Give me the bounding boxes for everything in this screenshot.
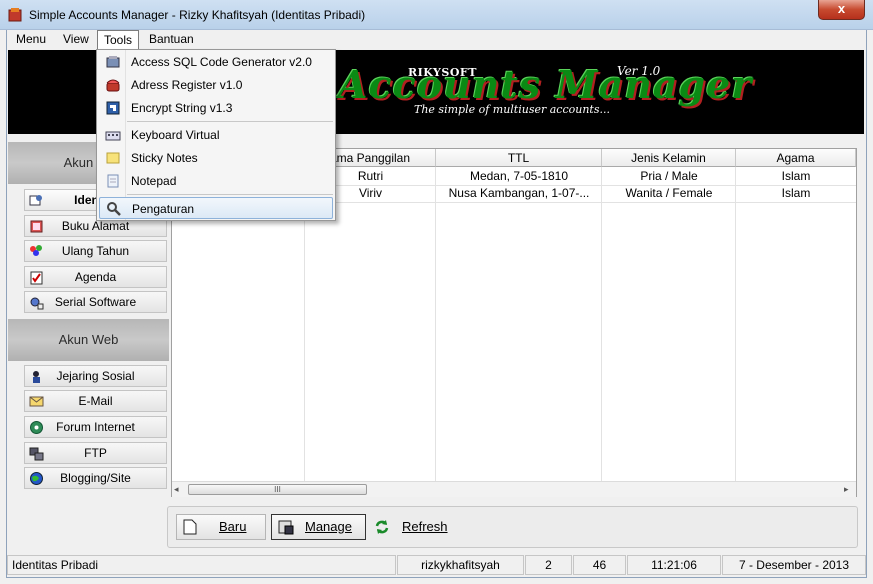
status-section: Identitas Pribadi bbox=[7, 555, 396, 575]
cell-ttl[interactable]: Medan, 7-05-1810 bbox=[436, 168, 602, 185]
cell-jenis-kelamin[interactable]: Pria / Male bbox=[602, 168, 736, 185]
new-document-icon bbox=[183, 519, 197, 535]
serial-icon bbox=[30, 297, 44, 310]
sidebar-item-label: Blogging/Site bbox=[60, 471, 131, 485]
ftp-icon bbox=[29, 447, 44, 461]
scroll-right-arrow-icon[interactable]: ▸ bbox=[844, 484, 849, 495]
notepad-icon bbox=[107, 174, 119, 188]
menu-item-sticky-notes[interactable]: Sticky Notes bbox=[99, 147, 333, 169]
sidebar-item-label: Jejaring Sosial bbox=[56, 369, 135, 383]
sidebar-item-email[interactable]: E-Mail bbox=[24, 390, 167, 412]
phone-icon bbox=[106, 79, 120, 92]
title-bar: Simple Accounts Manager - Rizky Khafitsy… bbox=[0, 0, 873, 30]
identity-icon bbox=[29, 195, 42, 206]
sidebar-item-ftp[interactable]: FTP bbox=[24, 442, 167, 464]
sidebar-item-label: E-Mail bbox=[78, 394, 113, 408]
sidebar-item-label: Ulang Tahun bbox=[61, 244, 130, 258]
scroll-left-arrow-icon[interactable]: ◂ bbox=[174, 484, 179, 495]
status-count-1: 2 bbox=[525, 555, 572, 575]
menu-item-label: Adress Register v1.0 bbox=[131, 78, 243, 92]
menu-item-keyboard-virtual[interactable]: Keyboard Virtual bbox=[99, 124, 333, 146]
menu-item-label: Keyboard Virtual bbox=[131, 128, 220, 142]
menu-bantuan[interactable]: Bantuan bbox=[143, 30, 200, 50]
sidebar-item-agenda[interactable]: Agenda bbox=[24, 266, 167, 288]
menu-item-label: Pengaturan bbox=[132, 202, 195, 216]
grid-line bbox=[601, 167, 602, 481]
sidebar-item-forum-internet[interactable]: Forum Internet bbox=[24, 416, 167, 438]
banner-version: Ver 1.0 bbox=[617, 64, 661, 78]
refresh-icon bbox=[375, 520, 389, 534]
section-akun-web[interactable]: Akun Web bbox=[8, 319, 169, 361]
menu-menu[interactable]: Menu bbox=[10, 30, 52, 50]
sidebar-item-serial-software[interactable]: Serial Software bbox=[24, 291, 167, 313]
database-icon bbox=[106, 56, 120, 68]
window-title: Simple Accounts Manager - Rizky Khafitsy… bbox=[29, 8, 366, 22]
sidebar-item-label: Agenda bbox=[74, 270, 117, 284]
address-book-icon bbox=[30, 220, 43, 233]
menu-separator bbox=[127, 121, 333, 122]
agenda-icon bbox=[30, 271, 43, 285]
menu-view[interactable]: View bbox=[57, 30, 95, 50]
menu-bar: Menu View Tools Bantuan bbox=[7, 30, 866, 50]
birthday-icon bbox=[30, 245, 42, 256]
manage-button[interactable]: Manage bbox=[271, 514, 366, 540]
menu-separator bbox=[127, 194, 333, 195]
menu-item-pengaturan[interactable]: Pengaturan bbox=[99, 197, 333, 219]
globe-icon bbox=[30, 472, 43, 485]
status-time: 11:21:06 bbox=[627, 555, 721, 575]
horizontal-scrollbar[interactable]: ◂ III ▸ bbox=[172, 481, 856, 497]
column-header-jenis-kelamin[interactable]: Jenis Kelamin bbox=[602, 149, 736, 167]
status-user: rizkykhafitsyah bbox=[397, 555, 524, 575]
menu-item-label: Access SQL Code Generator v2.0 bbox=[131, 55, 312, 69]
tools-dropdown-menu: Access SQL Code Generator v2.0 Adress Re… bbox=[96, 49, 336, 221]
menu-item-label: Notepad bbox=[131, 174, 177, 188]
forum-icon bbox=[30, 421, 43, 434]
cell-ttl[interactable]: Nusa Kambangan, 1-07-... bbox=[436, 185, 602, 202]
grid-line bbox=[435, 167, 436, 481]
baru-label: Baru bbox=[219, 519, 247, 534]
sidebar-item-jejaring-sosial[interactable]: Jejaring Sosial bbox=[24, 365, 167, 387]
menu-tools[interactable]: Tools bbox=[97, 30, 140, 50]
menu-item-label: Sticky Notes bbox=[131, 151, 198, 165]
close-button[interactable]: x bbox=[818, 0, 865, 20]
encrypt-icon bbox=[106, 101, 120, 115]
refresh-button[interactable]: Refresh bbox=[369, 514, 459, 540]
refresh-label: Refresh bbox=[402, 519, 448, 534]
menu-item-sql-generator[interactable]: Access SQL Code Generator v2.0 bbox=[99, 51, 333, 73]
cell-jenis-kelamin[interactable]: Wanita / Female bbox=[602, 185, 736, 202]
menu-item-adress-register[interactable]: Adress Register v1.0 bbox=[99, 74, 333, 96]
scrollbar-thumb[interactable]: III bbox=[188, 484, 367, 495]
menu-item-encrypt-string[interactable]: Encrypt String v1.3 bbox=[99, 97, 333, 119]
banner-brand: RIKYSOFT bbox=[408, 66, 477, 79]
manage-icon bbox=[278, 520, 294, 535]
cell-agama[interactable]: Islam bbox=[736, 185, 856, 202]
social-icon bbox=[33, 371, 40, 383]
manage-label: Manage bbox=[305, 519, 352, 534]
menu-item-label: Encrypt String v1.3 bbox=[131, 101, 233, 115]
sidebar-item-label: FTP bbox=[84, 446, 107, 460]
app-icon bbox=[8, 8, 22, 22]
menu-item-notepad[interactable]: Notepad bbox=[99, 170, 333, 192]
sidebar-item-blogging-site[interactable]: Blogging/Site bbox=[24, 467, 167, 489]
banner-subtitle: The simple of multiuser accounts... bbox=[414, 103, 610, 116]
column-header-ttl[interactable]: TTL bbox=[436, 149, 602, 167]
sidebar-item-ulang-tahun[interactable]: Ulang Tahun bbox=[24, 240, 167, 262]
grid-line bbox=[735, 167, 736, 481]
baru-button[interactable]: Baru bbox=[176, 514, 266, 540]
column-header-agama[interactable]: Agama bbox=[736, 149, 856, 167]
sticky-note-icon bbox=[106, 152, 120, 164]
banner-title: Accounts Manager bbox=[338, 62, 753, 107]
keyboard-icon bbox=[105, 131, 121, 141]
email-icon bbox=[29, 396, 44, 407]
status-count-2: 46 bbox=[573, 555, 626, 575]
sidebar-item-label: Forum Internet bbox=[56, 420, 135, 434]
settings-wrench-icon bbox=[107, 202, 121, 216]
cell-agama[interactable]: Islam bbox=[736, 168, 856, 185]
sidebar-item-label: Buku Alamat bbox=[61, 219, 130, 233]
sidebar-item-label: Serial Software bbox=[54, 295, 137, 309]
status-date: 7 - Desember - 2013 bbox=[722, 555, 866, 575]
